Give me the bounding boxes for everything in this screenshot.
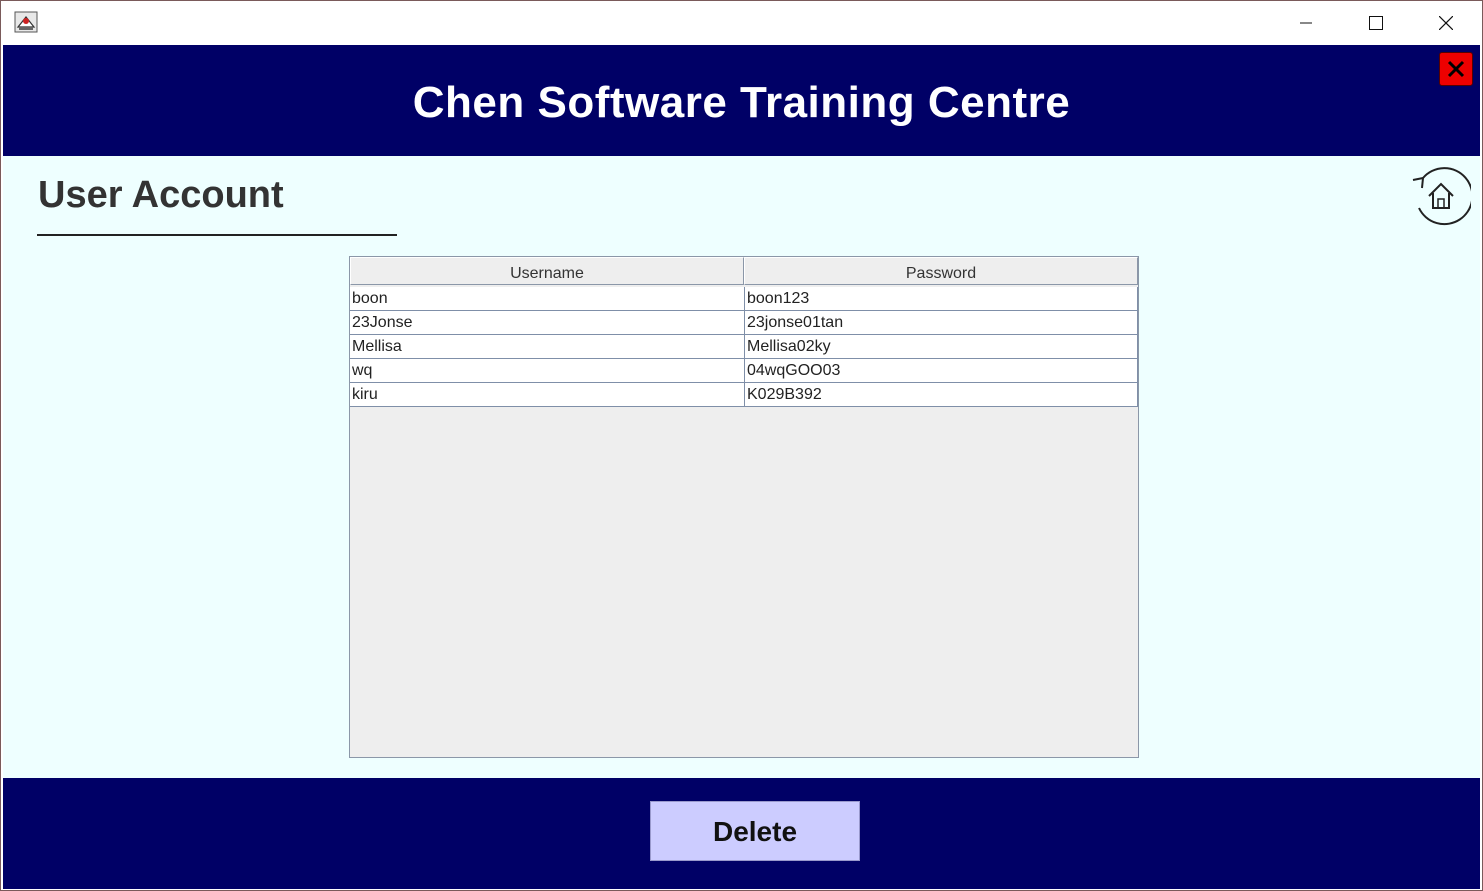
username-cell[interactable]: boon <box>350 287 745 311</box>
column-header-password[interactable]: Password <box>744 257 1138 285</box>
username-cell[interactable]: 23Jonse <box>350 311 745 335</box>
table-row[interactable]: boon boon123 <box>350 287 1138 311</box>
app-header: Chen Software Training Centre <box>3 45 1480 156</box>
app-title: Chen Software Training Centre <box>412 78 1071 127</box>
exit-button[interactable] <box>1439 52 1473 86</box>
title-bar[interactable] <box>1 1 1482 45</box>
minimize-button[interactable] <box>1271 1 1341 45</box>
app-footer: Delete <box>3 778 1480 889</box>
username-cell[interactable]: kiru <box>350 383 745 407</box>
column-header-username[interactable]: Username <box>350 257 744 285</box>
home-back-icon <box>1412 167 1474 226</box>
page-title: User Account <box>38 174 284 216</box>
password-cell[interactable]: K029B392 <box>745 383 1138 407</box>
maximize-icon <box>1369 16 1383 30</box>
table-row[interactable]: Mellisa Mellisa02ky <box>350 335 1138 359</box>
close-icon <box>1439 16 1453 30</box>
home-button[interactable] <box>1409 164 1474 226</box>
table-body: boon boon123 23Jonse 23jonse01tan Mellis… <box>350 287 1138 407</box>
table-row[interactable]: 23Jonse 23jonse01tan <box>350 311 1138 335</box>
password-cell[interactable]: 04wqGOO03 <box>745 359 1138 383</box>
table-header: Username Password <box>350 257 1138 287</box>
red-x-icon <box>1447 60 1465 78</box>
window-close-button[interactable] <box>1411 1 1481 45</box>
password-cell[interactable]: 23jonse01tan <box>745 311 1138 335</box>
table-row[interactable]: kiru K029B392 <box>350 383 1138 407</box>
delete-button[interactable]: Delete <box>650 801 860 861</box>
main-content: User Account Username Password boon boon… <box>3 156 1480 778</box>
password-cell[interactable]: Mellisa02ky <box>745 335 1138 359</box>
user-table[interactable]: Username Password boon boon123 23Jonse 2… <box>349 256 1139 758</box>
username-cell[interactable]: Mellisa <box>350 335 745 359</box>
username-cell[interactable]: wq <box>350 359 745 383</box>
java-cup-icon <box>14 11 38 33</box>
password-cell[interactable]: boon123 <box>745 287 1138 311</box>
maximize-button[interactable] <box>1341 1 1411 45</box>
title-underline <box>37 234 397 236</box>
table-row[interactable]: wq 04wqGOO03 <box>350 359 1138 383</box>
minimize-icon <box>1300 22 1312 24</box>
